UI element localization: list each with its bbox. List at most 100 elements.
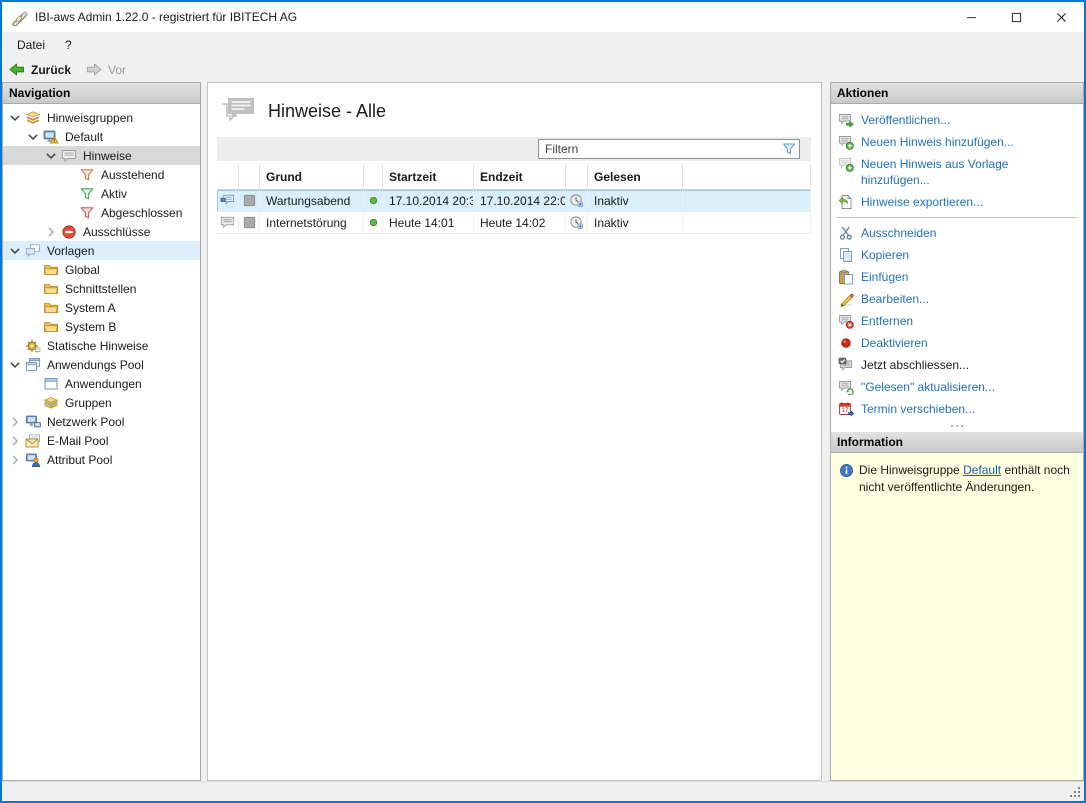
tree-item-attribut-pool[interactable]: Attribut Pool	[3, 450, 200, 469]
column-header-endzeit[interactable]: Endzeit	[474, 164, 566, 190]
tree-item-gruppen[interactable]: Gruppen	[3, 393, 200, 412]
action-jetzt-abschliessen[interactable]: Jetzt abschliessen...	[831, 354, 1083, 376]
splitter-main-actions[interactable]	[822, 82, 830, 781]
information-text: Die Hinweisgruppe Default enthält noch n…	[859, 462, 1075, 497]
action-gelesen-aktualisieren[interactable]: "Gelesen" aktualisieren...	[831, 376, 1083, 398]
chevron-down-icon[interactable]	[7, 243, 23, 259]
tree-item-global[interactable]: Global	[3, 260, 200, 279]
tree-item-statische-hinweise[interactable]: Statische Hinweise	[3, 336, 200, 355]
column-header-empty	[217, 164, 239, 190]
statusbar	[2, 781, 1084, 801]
network-icon	[25, 414, 41, 430]
action-hinweise-exportieren[interactable]: Hinweise exportieren...	[831, 191, 1083, 213]
action-label: Bearbeiten...	[861, 292, 930, 306]
chevron-right-icon[interactable]	[7, 452, 23, 468]
action-ver-ffentlichen[interactable]: Veröffentlichen...	[831, 109, 1083, 131]
tree-item-label: Hinweise	[83, 148, 132, 163]
filter-input[interactable]	[538, 139, 800, 159]
cell-read_icon	[566, 190, 588, 212]
tree-item-label: Abgeschlossen	[101, 205, 183, 220]
minimize-icon	[966, 12, 977, 23]
tree-item-label: Anwendungen	[65, 376, 142, 391]
tree-item-ausstehend[interactable]: Ausstehend	[3, 165, 200, 184]
filter-funnel-icon[interactable]	[781, 141, 797, 157]
page-title: Hinweise - Alle	[268, 100, 387, 121]
action-label: Ausschneiden	[861, 226, 937, 240]
forward-button[interactable]: Vor	[85, 62, 126, 77]
tree-item-default[interactable]: Default	[3, 127, 200, 146]
chevron-down-icon[interactable]	[7, 110, 23, 126]
tree-item-label: Vorlagen	[47, 243, 95, 258]
tree-item-hinweisgruppen[interactable]: Hinweisgruppen	[3, 108, 200, 127]
tree-item-abgeschlossen[interactable]: Abgeschlossen	[3, 203, 200, 222]
tree-item-anwendungs-pool[interactable]: Anwendungs Pool	[3, 355, 200, 374]
action-termin-verschieben[interactable]: 17 Termin verschieben...	[831, 398, 1083, 420]
actions-panel: Aktionen Veröffentlichen... Neuen Hinweis…	[830, 82, 1084, 781]
tree-item-label: Statische Hinweise	[47, 338, 149, 353]
action-ausschneiden[interactable]: Ausschneiden	[831, 222, 1083, 244]
column-header-startzeit[interactable]: Startzeit	[383, 164, 474, 190]
mail-icon	[25, 433, 41, 449]
export-page-icon	[838, 194, 854, 210]
column-header-gelesen[interactable]: Gelesen	[588, 164, 683, 190]
table-row-internetst-rung[interactable]: Internetstörung Heute 14:01 Heute 14:02 Ina…	[217, 212, 811, 234]
chevron-down-icon[interactable]	[25, 129, 41, 145]
action-neuen-hinweis-hinzuf-gen[interactable]: Neuen Hinweis hinzufügen...	[831, 131, 1083, 153]
tree-item-vorlagen[interactable]: Vorlagen	[3, 241, 200, 260]
back-button[interactable]: Zurück	[8, 62, 71, 77]
tree-item-aktiv[interactable]: Aktiv	[3, 184, 200, 203]
tree-item-ausschl-sse[interactable]: Ausschlüsse	[3, 222, 200, 241]
action-einf-gen[interactable]: Einfügen	[831, 266, 1083, 288]
table-row-wartungsabend[interactable]: Wartungsabend 17.10.2014 20:30 17.10.2014 …	[217, 190, 811, 212]
action-bearbeiten[interactable]: Bearbeiten...	[831, 288, 1083, 310]
person-computer-icon	[25, 452, 41, 468]
menu-item-datei[interactable]: Datei	[7, 34, 55, 56]
minimize-button[interactable]	[949, 2, 994, 32]
cell-endzeit: 17.10.2014 22:00	[474, 190, 566, 212]
filter-box	[538, 139, 800, 159]
info-icon	[839, 463, 854, 478]
action-entfernen[interactable]: Entfernen	[831, 310, 1083, 332]
cell-empty	[683, 212, 811, 234]
folder-icon	[43, 319, 59, 335]
chevron-down-icon[interactable]	[7, 357, 23, 373]
minus-circle-icon	[61, 224, 77, 240]
action-deaktivieren[interactable]: Deaktivieren	[831, 332, 1083, 354]
tree-item-schnittstellen[interactable]: Schnittstellen	[3, 279, 200, 298]
maximize-button[interactable]	[994, 2, 1039, 32]
chevron-right-icon[interactable]	[7, 414, 23, 430]
note-bubble-active-icon	[220, 193, 235, 208]
chevron-down-icon[interactable]	[43, 148, 59, 164]
gray-square-icon	[242, 215, 257, 230]
default-group-link[interactable]: Default	[963, 463, 1001, 477]
action-label: "Gelesen" aktualisieren...	[861, 380, 995, 394]
svg-text:17: 17	[842, 408, 849, 414]
column-header-grund[interactable]: Grund	[260, 164, 364, 190]
tree-item-e-mail-pool[interactable]: E-Mail Pool	[3, 431, 200, 450]
tree-item-system-a[interactable]: System A	[3, 298, 200, 317]
tree-item-anwendungen[interactable]: Anwendungen	[3, 374, 200, 393]
action-kopieren[interactable]: Kopieren	[831, 244, 1083, 266]
tree-item-netzwerk-pool[interactable]: Netzwerk Pool	[3, 412, 200, 431]
resize-grip[interactable]	[1068, 785, 1080, 797]
tree-item-hinweise[interactable]: Hinweise	[3, 146, 200, 165]
action-label: Veröffentlichen...	[861, 113, 951, 127]
menubar: Datei ?	[2, 32, 1084, 57]
column-header-empty	[566, 164, 588, 190]
tree-item-system-b[interactable]: System B	[3, 317, 200, 336]
scissors-icon	[838, 225, 854, 241]
chevron-right-icon[interactable]	[43, 224, 59, 240]
action-neuen-hinweis-aus-vorlage-hinzuf-gen[interactable]: Neuen Hinweis aus Vorlage hinzufügen...	[831, 153, 1083, 191]
chevron-right-icon[interactable]	[7, 433, 23, 449]
close-button[interactable]	[1039, 2, 1084, 32]
toolbar: Zurück Vor	[2, 57, 1084, 82]
panel-splitter-grip[interactable]	[831, 420, 1083, 432]
menu-item-help[interactable]: ?	[55, 34, 82, 56]
actions-separator	[836, 217, 1078, 218]
